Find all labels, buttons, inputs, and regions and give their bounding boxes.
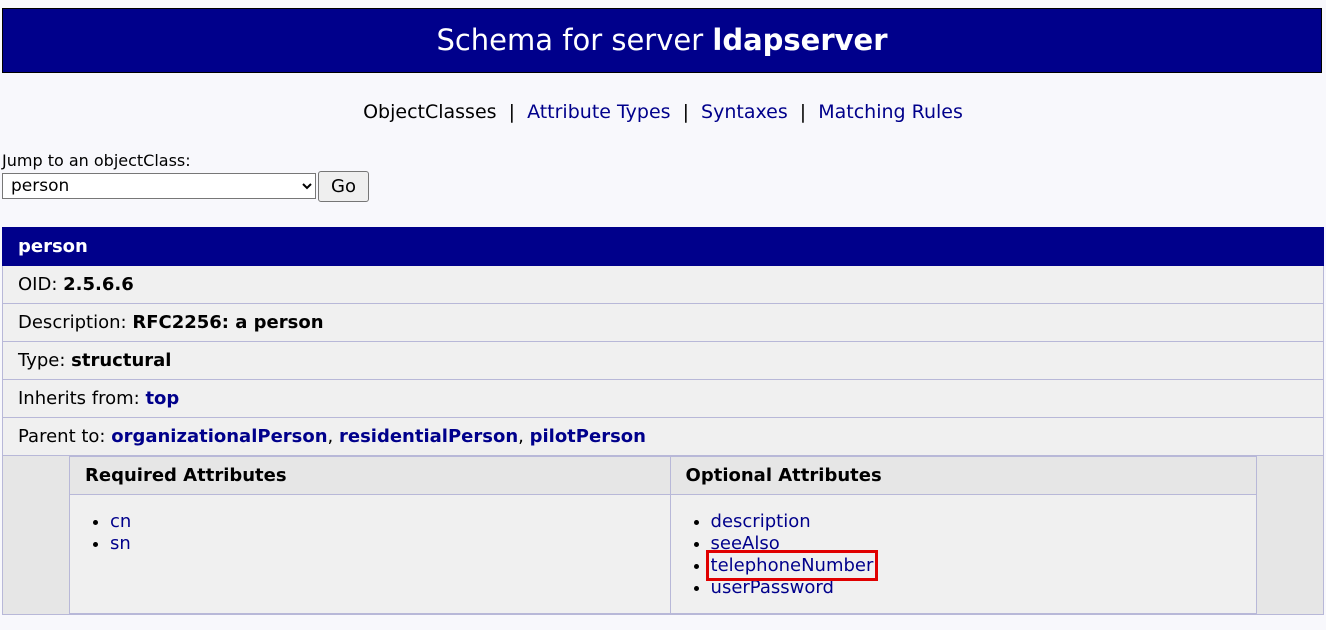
description-row: Description: RFC2256: a person bbox=[2, 303, 1324, 342]
attributes-row: Required Attributes Optional Attributes … bbox=[2, 455, 1324, 615]
server-name: ldapserver bbox=[712, 23, 888, 57]
attributes-table: Required Attributes Optional Attributes … bbox=[3, 456, 1323, 614]
parent-row: Parent to: organizationalPerson, residen… bbox=[2, 417, 1324, 456]
oid-label: OID: bbox=[18, 274, 58, 295]
type-value: structural bbox=[71, 350, 172, 371]
jump-label: Jump to an objectClass: bbox=[2, 151, 191, 170]
type-label: Type: bbox=[18, 350, 66, 371]
inherits-label: Inherits from: bbox=[18, 388, 140, 409]
oid-value: 2.5.6.6 bbox=[63, 274, 134, 295]
description-label: Description: bbox=[18, 312, 127, 333]
type-row: Type: structural bbox=[2, 341, 1324, 380]
list-item: sn bbox=[110, 533, 670, 555]
list-item: description bbox=[711, 511, 1256, 533]
list-item: userPassword bbox=[711, 577, 1256, 599]
optional-attr-userpassword[interactable]: userPassword bbox=[711, 577, 834, 598]
header-prefix: Schema for server bbox=[436, 23, 704, 57]
attr-spacer-left bbox=[3, 456, 70, 614]
required-attr-sn[interactable]: sn bbox=[110, 533, 131, 554]
required-heading: Required Attributes bbox=[69, 456, 671, 495]
nav-separator: | bbox=[682, 101, 689, 123]
parent-link-pilotperson[interactable]: pilotPerson bbox=[530, 426, 646, 447]
go-button[interactable]: Go bbox=[318, 171, 369, 202]
list-item: telephoneNumber bbox=[705, 550, 1256, 581]
optional-attr-description[interactable]: description bbox=[711, 511, 811, 532]
required-list-cell: cn sn bbox=[69, 494, 671, 614]
parent-link-residentialperson[interactable]: residentialPerson bbox=[339, 426, 518, 447]
optional-list: description seeAlso telephoneNumber user… bbox=[671, 511, 1256, 599]
nav-link-syntaxes[interactable]: Syntaxes bbox=[701, 101, 788, 123]
oid-row: OID: 2.5.6.6 bbox=[2, 265, 1324, 304]
objectclass-select[interactable]: person bbox=[2, 173, 316, 199]
optional-heading: Optional Attributes bbox=[669, 456, 1258, 495]
required-attr-cn[interactable]: cn bbox=[110, 511, 131, 532]
schema-nav: ObjectClasses | Attribute Types | Syntax… bbox=[0, 98, 1326, 126]
parent-label: Parent to: bbox=[18, 426, 106, 447]
required-list: cn sn bbox=[70, 511, 670, 555]
nav-separator: | bbox=[508, 101, 516, 123]
parent-link-organizationalperson[interactable]: organizationalPerson bbox=[111, 426, 327, 447]
attr-spacer-right bbox=[1256, 456, 1323, 614]
nav-link-attribute-types[interactable]: Attribute Types bbox=[527, 101, 670, 123]
nav-current-objectclasses: ObjectClasses bbox=[363, 101, 497, 123]
nav-link-matching-rules[interactable]: Matching Rules bbox=[818, 101, 963, 123]
list-item: cn bbox=[110, 511, 670, 533]
description-value: RFC2256: a person bbox=[132, 312, 324, 333]
objectclass-title: person bbox=[2, 227, 1324, 266]
nav-separator: | bbox=[799, 101, 807, 123]
optional-attr-telephonenumber[interactable]: telephoneNumber bbox=[705, 550, 879, 581]
list-item: seeAlso bbox=[711, 533, 1256, 555]
inherits-link-top[interactable]: top bbox=[145, 388, 179, 409]
inherits-row: Inherits from: top bbox=[2, 379, 1324, 418]
optional-attr-seealso[interactable]: seeAlso bbox=[711, 533, 780, 554]
optional-list-cell: description seeAlso telephoneNumber user… bbox=[669, 494, 1258, 614]
page-header: Schema for server ldapserver bbox=[2, 8, 1322, 73]
objectclass-table: person OID: 2.5.6.6 Description: RFC2256… bbox=[2, 227, 1324, 615]
